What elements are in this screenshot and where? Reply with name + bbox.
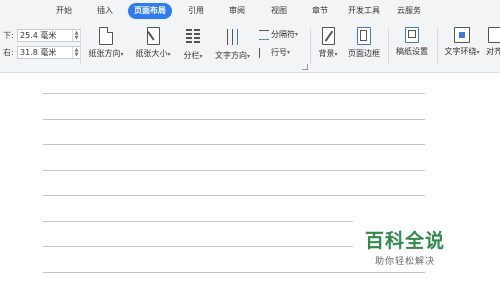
tab-view[interactable]: 视图 bbox=[271, 3, 287, 19]
background-button[interactable]: 背景▾ bbox=[315, 27, 341, 59]
spinner-icon[interactable]: ▲ ▼ bbox=[72, 47, 80, 58]
separator bbox=[80, 28, 81, 64]
tab-insert[interactable]: 插入 bbox=[97, 3, 113, 19]
page-border-label: 页面边框 bbox=[348, 49, 380, 58]
orientation-button[interactable]: 纸张方向▾ bbox=[84, 27, 128, 59]
align-label: 对齐 bbox=[486, 47, 500, 56]
separator-label: 分隔符 bbox=[271, 30, 295, 39]
paper-size-label: 纸张大小 bbox=[135, 49, 168, 58]
tab-developer[interactable]: 开发工具 bbox=[348, 3, 380, 19]
ribbon-tabs: 开始 插入 页面布局 引用 审阅 视图 章节 开发工具 云服务 bbox=[0, 3, 500, 19]
columns-label: 分栏 bbox=[183, 51, 200, 60]
line-numbers-button[interactable]: 行号 ▾ bbox=[259, 47, 290, 58]
columns-icon bbox=[184, 27, 202, 47]
margin-right-label: 右: bbox=[3, 48, 14, 57]
spinner-icon[interactable]: ▲ ▼ bbox=[72, 30, 80, 41]
text-line bbox=[43, 119, 425, 120]
watermark: 百科全说 助你轻松解决 bbox=[365, 226, 445, 267]
separator bbox=[437, 28, 438, 64]
ribbon: 开始 插入 页面布局 引用 审阅 视图 章节 开发工具 云服务 下: 25.4 … bbox=[0, 0, 500, 73]
margin-bottom-label: 下: bbox=[3, 31, 14, 40]
draft-paper-icon bbox=[405, 27, 419, 43]
text-line bbox=[43, 246, 353, 247]
text-line bbox=[43, 272, 425, 273]
text-direction-icon bbox=[224, 27, 242, 47]
background-label: 背景 bbox=[318, 49, 335, 58]
page-border-button[interactable]: 页面边框 bbox=[346, 27, 382, 59]
paper-size-button[interactable]: 纸张大小▾ bbox=[132, 27, 174, 59]
text-wrap-label: 文字环绕 bbox=[444, 47, 477, 56]
text-direction-label: 文字方向 bbox=[214, 51, 247, 60]
tab-cloud[interactable]: 云服务 bbox=[397, 3, 421, 19]
text-line bbox=[43, 170, 425, 171]
separator-button[interactable]: 分隔符 ▾ bbox=[259, 29, 298, 40]
tab-chapter[interactable]: 章节 bbox=[312, 3, 328, 19]
tab-references[interactable]: 引用 bbox=[188, 3, 204, 19]
align-icon bbox=[488, 27, 500, 43]
margin-right-input[interactable]: 31.8 毫米 ▲ ▼ bbox=[17, 46, 81, 59]
margin-right-value: 31.8 毫米 bbox=[20, 48, 57, 57]
paper-size-icon bbox=[146, 27, 160, 45]
margin-settings: 下: 25.4 毫米 ▲ ▼ 右: 31.8 毫米 ▲ ▼ bbox=[3, 28, 81, 62]
page-orientation-icon bbox=[99, 27, 113, 45]
columns-button[interactable]: 分栏▾ bbox=[179, 27, 207, 61]
background-icon bbox=[321, 27, 335, 45]
margin-bottom-value: 25.4 毫米 bbox=[20, 31, 57, 40]
watermark-subtitle: 助你轻松解决 bbox=[375, 257, 436, 267]
text-line bbox=[43, 144, 425, 145]
draft-setup-button[interactable]: 稿纸设置 bbox=[392, 27, 432, 57]
page-border-icon bbox=[357, 27, 371, 45]
tab-page-layout[interactable]: 页面布局 bbox=[128, 3, 172, 19]
text-wrap-icon bbox=[454, 27, 470, 43]
orientation-label: 纸张方向 bbox=[88, 49, 121, 58]
separator bbox=[310, 28, 311, 64]
tab-start[interactable]: 开始 bbox=[56, 3, 72, 19]
page-break-icon bbox=[259, 29, 269, 40]
page-setup-launcher-icon[interactable] bbox=[302, 64, 308, 70]
line-numbers-label: 行号 bbox=[271, 48, 287, 57]
draft-setup-label: 稿纸设置 bbox=[396, 47, 428, 56]
text-wrap-button[interactable]: 文字环绕▾ bbox=[441, 27, 483, 57]
text-direction-button[interactable]: 文字方向▾ bbox=[211, 27, 254, 61]
text-line bbox=[43, 195, 425, 196]
text-line bbox=[43, 93, 425, 94]
align-button[interactable]: 对齐 bbox=[486, 27, 500, 57]
line-numbers-icon bbox=[259, 47, 269, 58]
separator bbox=[388, 28, 389, 64]
tab-review[interactable]: 审阅 bbox=[229, 3, 245, 19]
text-line bbox=[43, 221, 353, 222]
watermark-title: 百科全说 bbox=[365, 230, 446, 252]
margin-bottom-input[interactable]: 25.4 毫米 ▲ ▼ bbox=[17, 29, 81, 42]
